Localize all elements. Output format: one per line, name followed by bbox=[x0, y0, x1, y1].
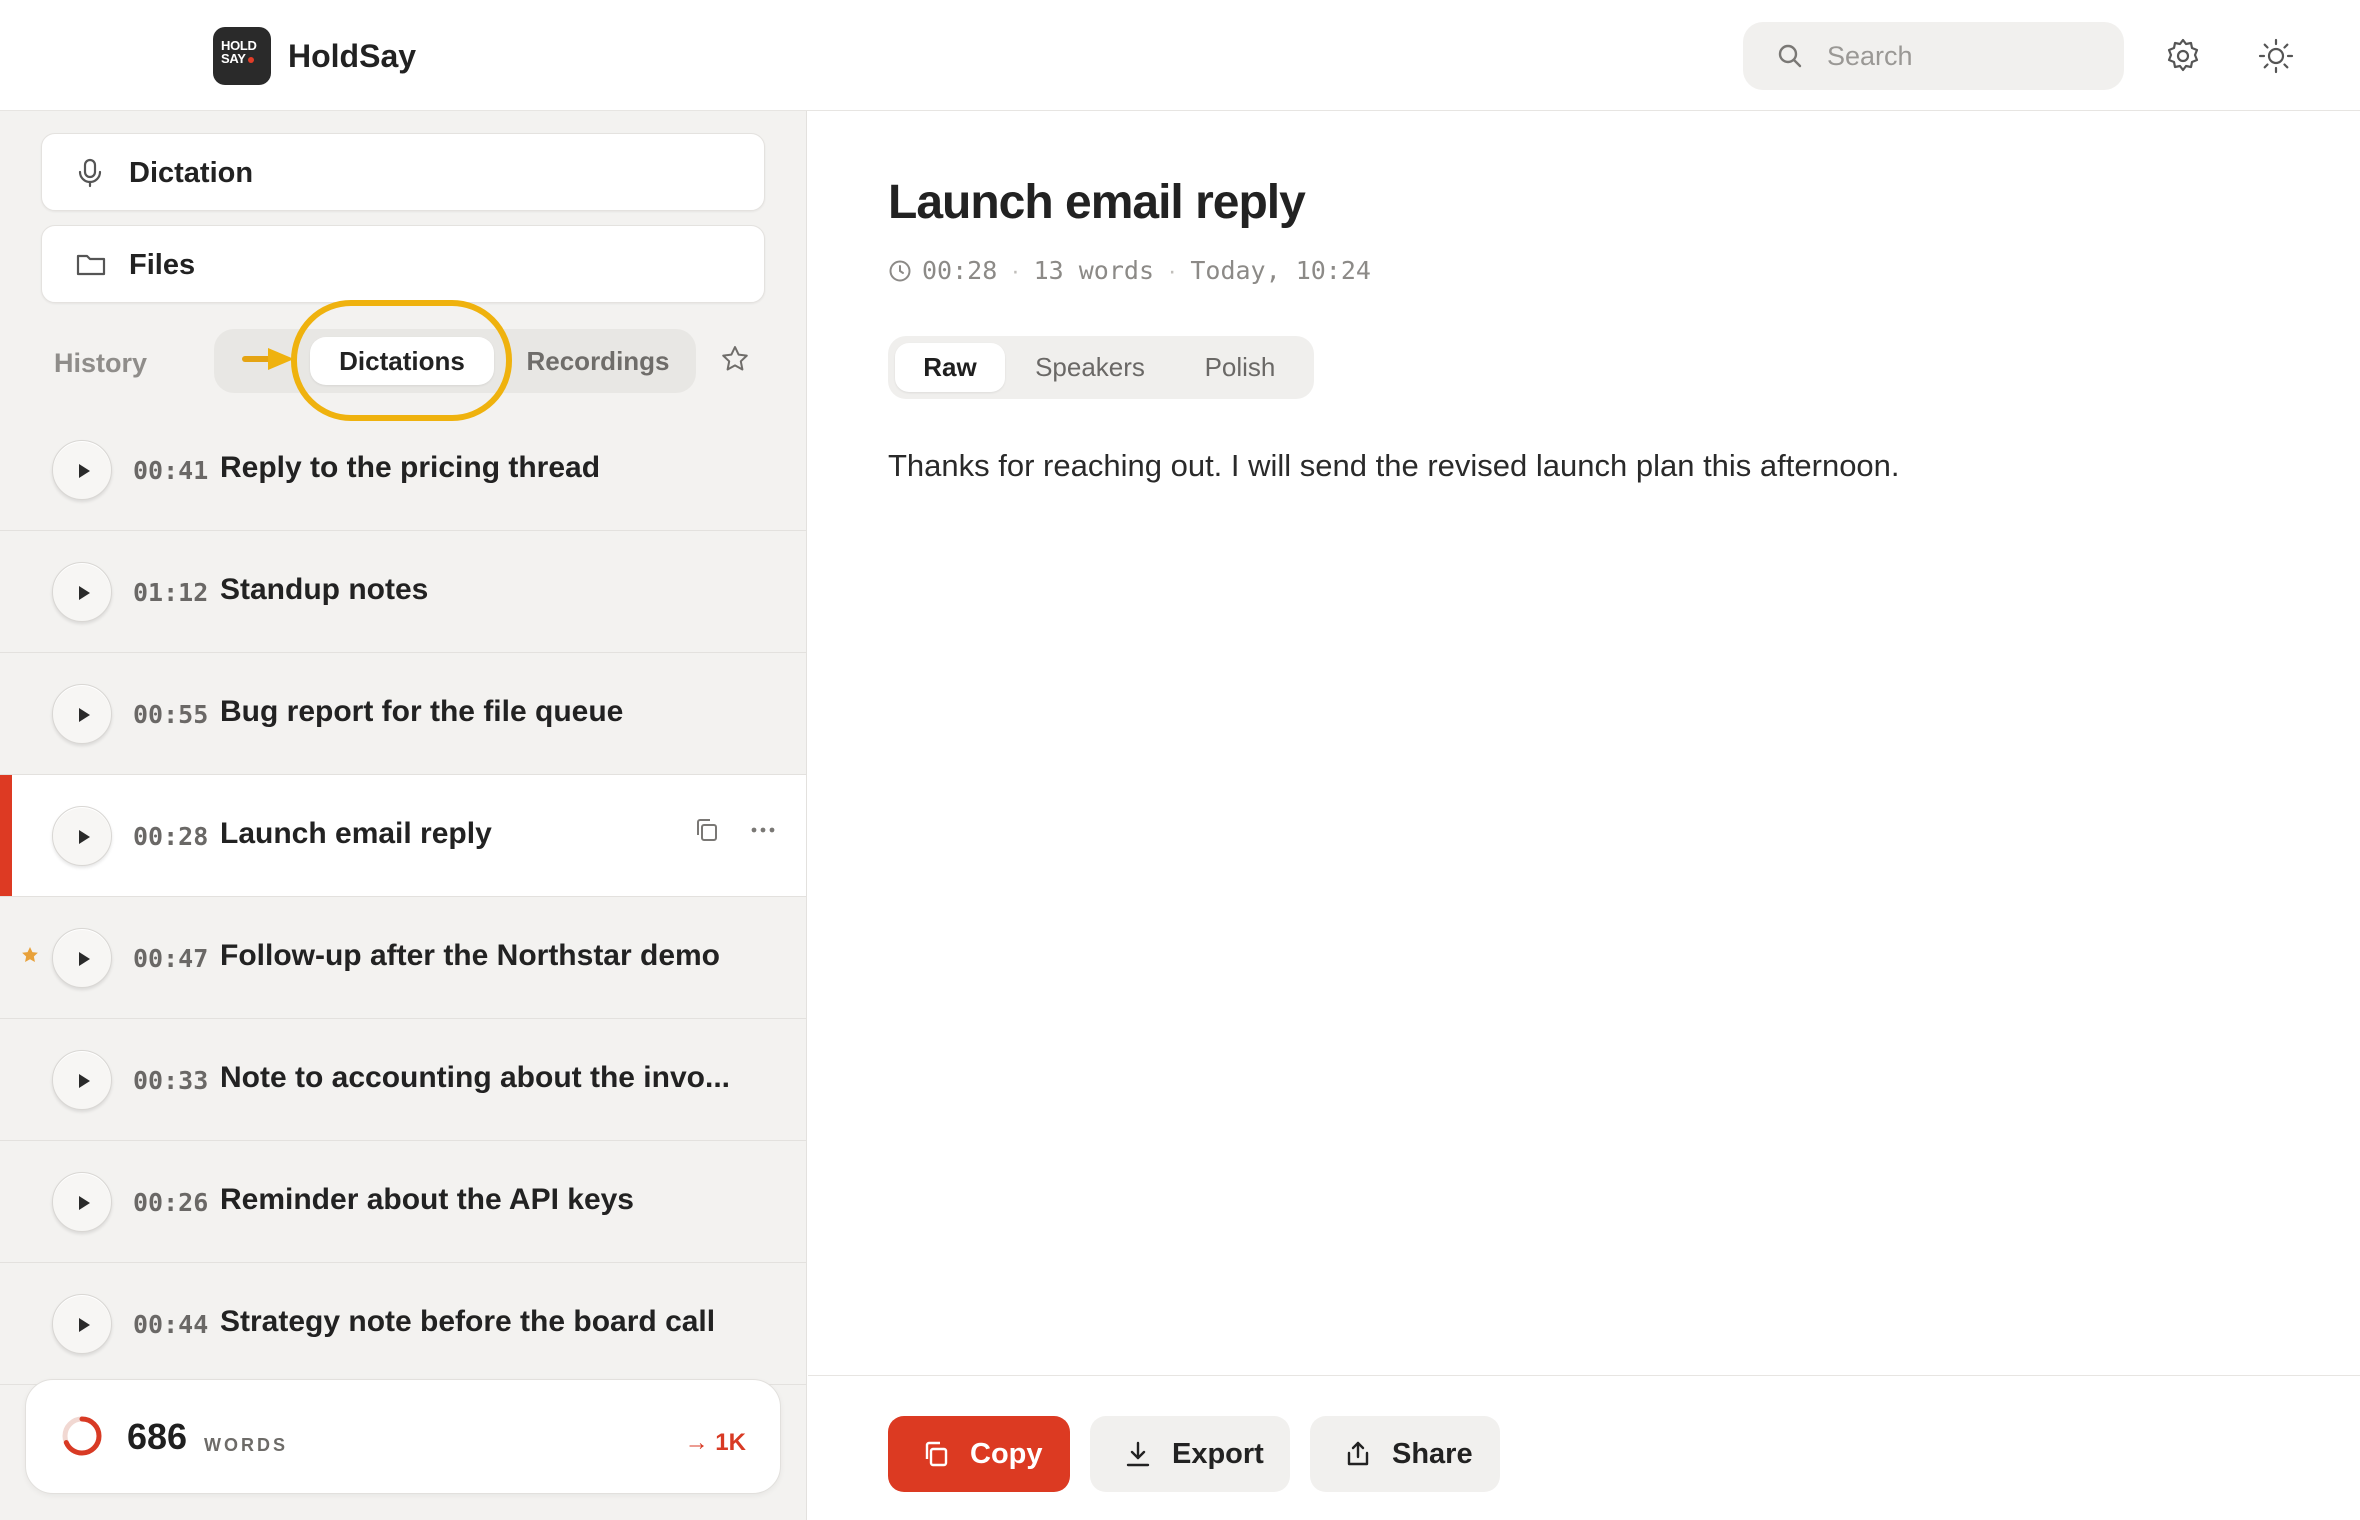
word-count-card: 686 WORDS → 1K bbox=[25, 1379, 781, 1494]
folder-icon bbox=[76, 254, 106, 276]
word-count-unit: WORDS bbox=[204, 1435, 288, 1455]
word-count-value: 686 bbox=[127, 1416, 188, 1457]
item-title: Reminder about the API keys bbox=[220, 1183, 634, 1216]
history-list-item[interactable]: 00:44 Strategy note before the board call bbox=[0, 1263, 806, 1385]
play-button[interactable] bbox=[52, 1294, 112, 1354]
history-list-item[interactable]: 00:47 Follow-up after the Northstar demo bbox=[0, 897, 806, 1019]
history-list-item[interactable]: 00:55 Bug report for the file queue bbox=[0, 653, 806, 775]
top-bar: HOLD SAY HoldSay bbox=[0, 0, 2360, 111]
history-label: History bbox=[54, 348, 148, 378]
nav-files-button[interactable]: Files bbox=[41, 225, 765, 303]
microphone-icon bbox=[78, 158, 102, 188]
document-title: Launch email reply bbox=[888, 176, 1306, 229]
search-box[interactable] bbox=[1743, 22, 2124, 90]
gear-icon[interactable] bbox=[2163, 36, 2203, 76]
share-icon bbox=[1347, 1441, 1369, 1466]
tab-polish[interactable]: Polish bbox=[1175, 336, 1305, 399]
item-title: Standup notes bbox=[220, 573, 429, 606]
item-duration: 00:55 bbox=[133, 700, 209, 729]
download-icon bbox=[1126, 1441, 1150, 1467]
export-button[interactable]: Export bbox=[1090, 1416, 1290, 1492]
search-icon bbox=[1778, 44, 1802, 68]
history-list-item[interactable]: 01:12 Standup notes bbox=[0, 531, 806, 653]
history-list-item[interactable]: 00:33 Note to accounting about the invo..… bbox=[0, 1019, 806, 1141]
share-button[interactable]: Share bbox=[1310, 1416, 1500, 1492]
item-duration: 00:47 bbox=[133, 944, 209, 973]
item-title: Follow-up after the Northstar demo bbox=[220, 939, 721, 972]
history-list-item[interactable]: 00:28 Launch email reply bbox=[0, 775, 806, 897]
star-filled-icon bbox=[22, 947, 38, 962]
history-list-item[interactable]: 00:26 Reminder about the API keys bbox=[0, 1141, 806, 1263]
row-actions bbox=[692, 815, 778, 850]
action-bar: Copy Export Share bbox=[808, 1375, 2360, 1520]
meta-duration: 00:28 bbox=[922, 256, 998, 285]
word-goal[interactable]: → 1K bbox=[685, 1429, 746, 1457]
meta-timestamp: Today, 10:24 bbox=[1190, 256, 1371, 285]
history-list: 00:41 Reply to the pricing thread 01:12 Sta… bbox=[0, 409, 806, 1385]
item-duration: 00:26 bbox=[133, 1188, 209, 1217]
share-label: Share bbox=[1392, 1438, 1473, 1470]
logo-dot bbox=[247, 57, 254, 63]
nav-files-label: Files bbox=[129, 249, 196, 281]
history-list-item[interactable]: 00:41 Reply to the pricing thread bbox=[0, 409, 806, 531]
item-duration: 00:28 bbox=[133, 822, 209, 851]
item-duration: 00:33 bbox=[133, 1066, 209, 1095]
progress-ring-icon bbox=[62, 1416, 102, 1456]
item-title: Strategy note before the board call bbox=[220, 1305, 716, 1338]
nav-dictation-label: Dictation bbox=[129, 157, 254, 189]
item-duration: 00:41 bbox=[133, 456, 209, 485]
nav-dictation-button[interactable]: Dictation bbox=[41, 133, 765, 211]
tutorial-highlight-ring bbox=[291, 300, 512, 421]
item-duration: 01:12 bbox=[133, 578, 209, 607]
transcript-text[interactable]: Thanks for reaching out. I will send the… bbox=[888, 446, 1900, 486]
play-button[interactable] bbox=[52, 806, 112, 866]
logo-text-say: SAY bbox=[221, 51, 246, 66]
item-title: Reply to the pricing thread bbox=[220, 451, 601, 484]
play-button[interactable] bbox=[52, 1050, 112, 1110]
item-title: Note to accounting about the invo... bbox=[220, 1061, 730, 1094]
search-input[interactable] bbox=[1827, 22, 2107, 90]
copy-icon[interactable] bbox=[692, 815, 722, 845]
play-button[interactable] bbox=[52, 684, 112, 744]
meta-word-count: 13 words bbox=[1033, 256, 1155, 285]
app-logo: HOLD SAY bbox=[213, 27, 271, 85]
transcript-view-tabs: Raw Speakers Polish bbox=[888, 336, 1314, 399]
copy-icon bbox=[925, 1441, 948, 1467]
play-button[interactable] bbox=[52, 928, 112, 988]
play-button[interactable] bbox=[52, 1172, 112, 1232]
play-button[interactable] bbox=[52, 562, 112, 622]
sun-icon[interactable] bbox=[2256, 36, 2296, 76]
copy-label: Copy bbox=[970, 1438, 1043, 1470]
starred-filter-icon[interactable] bbox=[720, 344, 750, 374]
app-name: HoldSay bbox=[288, 38, 417, 74]
pointer-arrow-icon bbox=[242, 348, 294, 370]
more-icon[interactable] bbox=[748, 815, 778, 845]
export-label: Export bbox=[1172, 1438, 1264, 1470]
item-title: Bug report for the file queue bbox=[220, 695, 624, 728]
play-button[interactable] bbox=[52, 440, 112, 500]
tab-speakers[interactable]: Speakers bbox=[1015, 336, 1165, 399]
detail-pane: Launch email reply 00:28 · 13 words · Today,… bbox=[808, 111, 2360, 1520]
clock-icon bbox=[889, 260, 911, 282]
tab-raw[interactable]: Raw bbox=[895, 343, 1005, 392]
document-meta: 00:28 · 13 words · Today, 10:24 bbox=[888, 256, 1371, 286]
copy-button[interactable]: Copy bbox=[888, 1416, 1070, 1492]
filter-recordings-tab[interactable]: Recordings bbox=[512, 329, 684, 393]
item-duration: 00:44 bbox=[133, 1310, 209, 1339]
item-title: Launch email reply bbox=[220, 817, 492, 850]
